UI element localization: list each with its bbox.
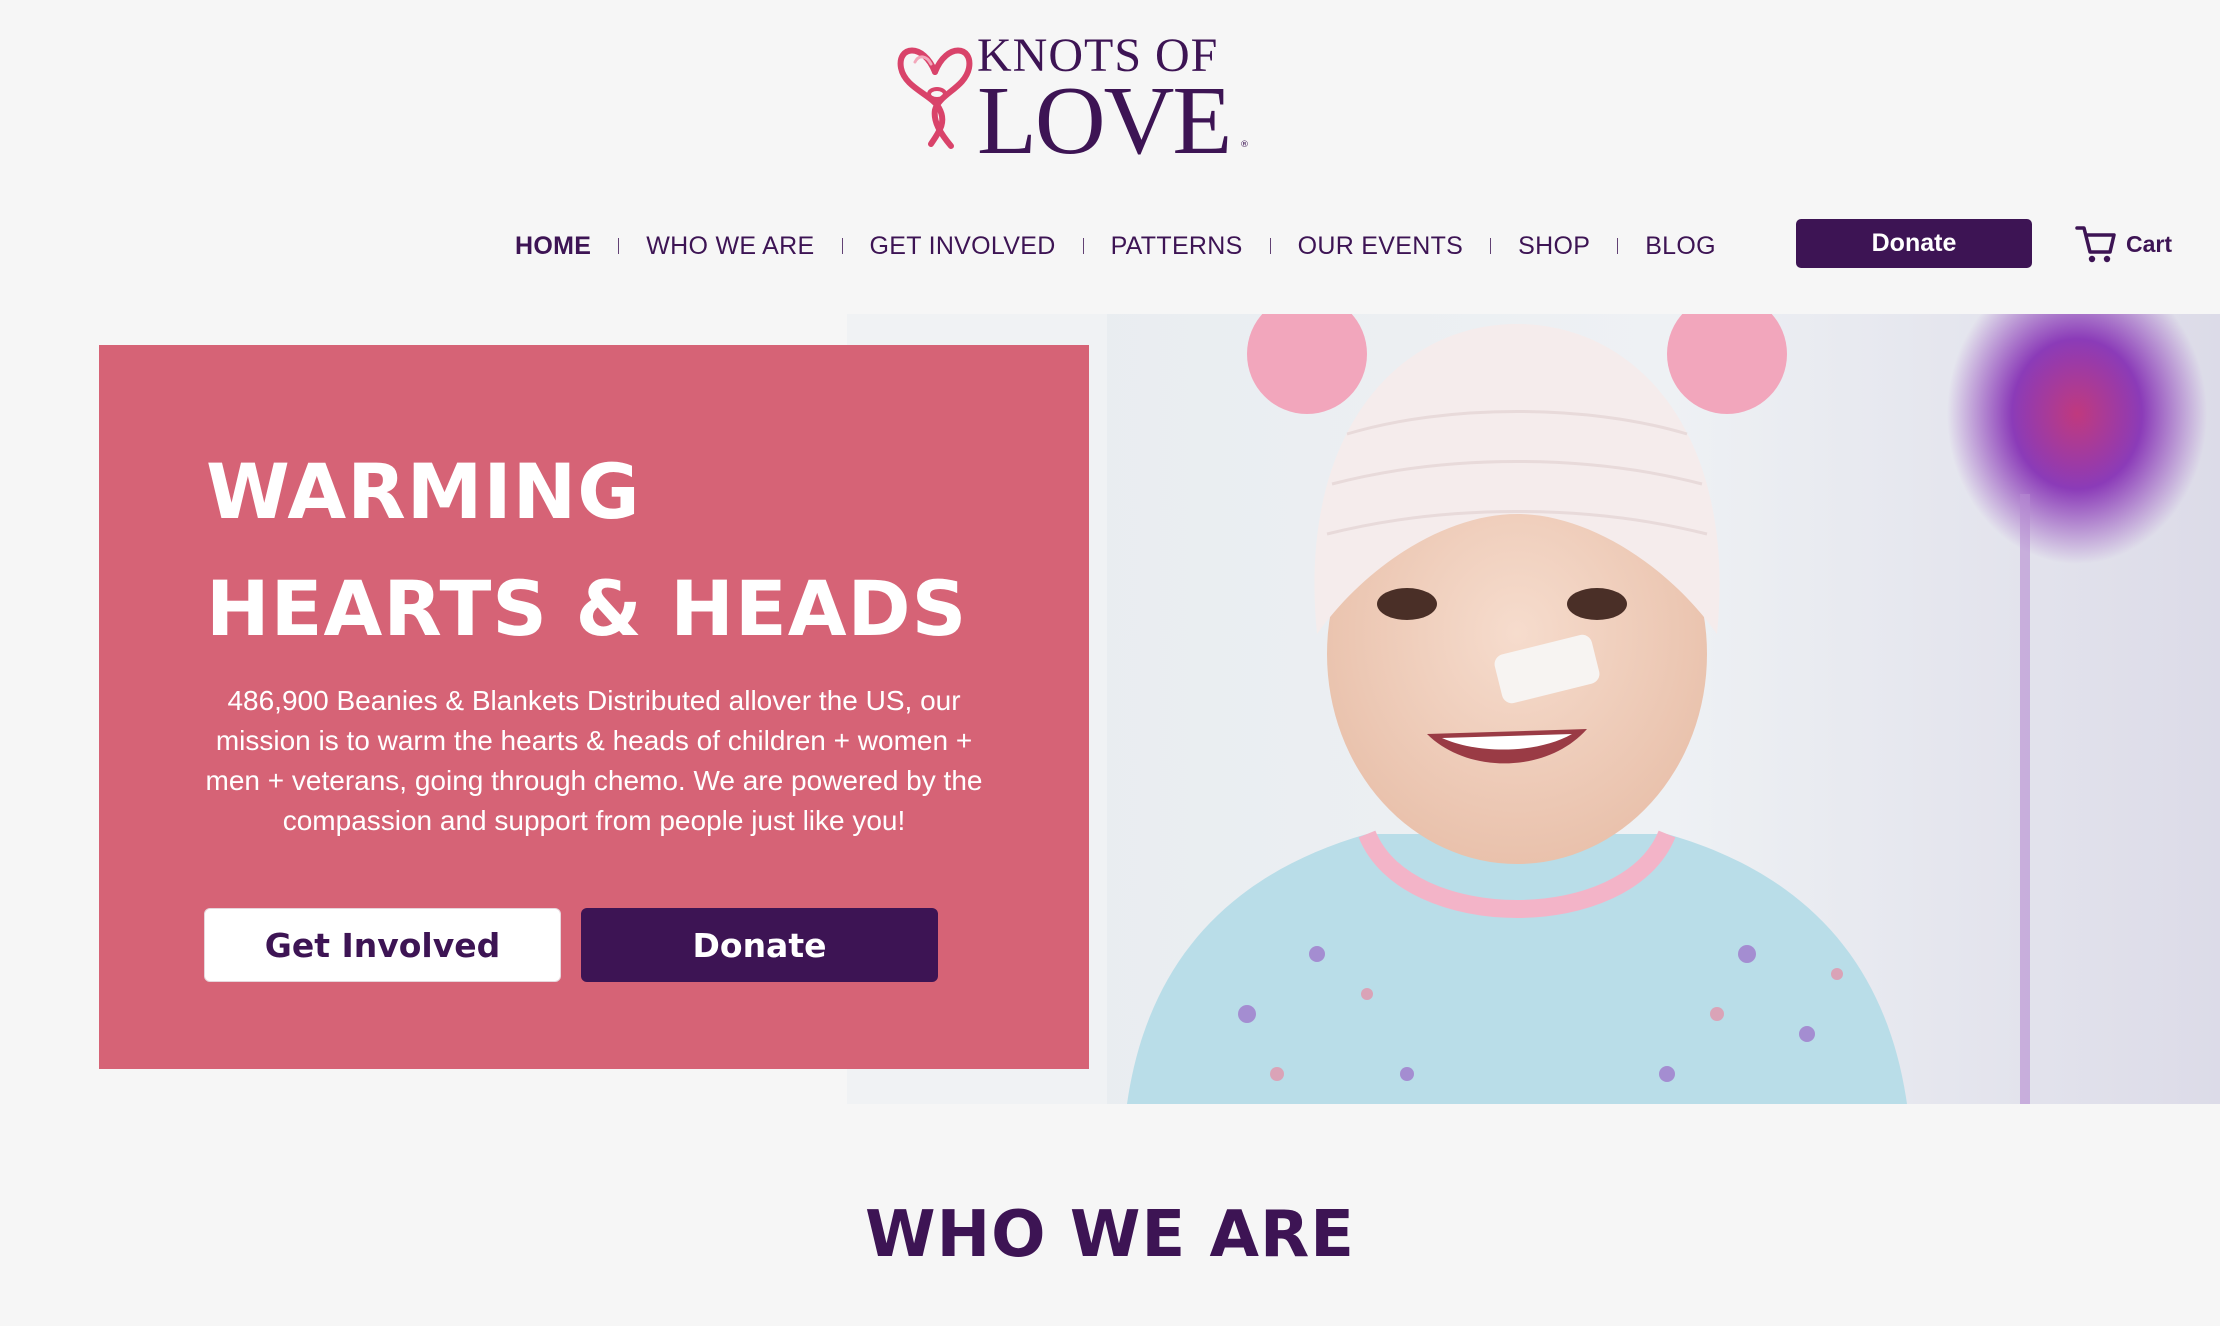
nav-divider	[1269, 238, 1271, 254]
hero-title-line1: WARMING	[206, 447, 641, 536]
hero-description: 486,900 Beanies & Blankets Distributed a…	[205, 685, 983, 836]
header-donate-button[interactable]: Donate	[1796, 219, 2032, 268]
main-nav: HOME WHO WE ARE GET INVOLVED PATTERNS OU…	[515, 228, 1716, 264]
logo-text-line2: LOVE	[977, 67, 1232, 175]
nav-item-shop[interactable]: SHOP	[1518, 232, 1590, 261]
nav-divider	[618, 238, 620, 254]
nav-divider	[841, 238, 843, 254]
hero-donate-button[interactable]: Donate	[581, 908, 938, 982]
registered-mark: ®	[1240, 140, 1249, 150]
nav-item-who-we-are[interactable]: WHO WE ARE	[646, 232, 814, 261]
nav-item-patterns[interactable]: PATTERNS	[1111, 232, 1243, 261]
hero-title: WARMING HEARTS & HEADS	[206, 433, 967, 667]
nav-item-home[interactable]: HOME	[515, 232, 591, 261]
nav-divider	[1490, 238, 1492, 254]
logo[interactable]: KNOTS OF LOVE ®	[895, 28, 1255, 170]
nav-item-blog[interactable]: BLOG	[1645, 232, 1716, 261]
hero-title-line2: HEARTS & HEADS	[206, 564, 968, 653]
ribbon-heart-icon	[897, 47, 973, 149]
cart-label: Cart	[2126, 230, 2173, 257]
nav-item-our-events[interactable]: OUR EVENTS	[1298, 232, 1464, 261]
cart-icon	[2075, 226, 2116, 263]
hero-card: WARMING HEARTS & HEADS 486,900 Beanies &…	[99, 345, 1089, 1069]
nav-divider	[1082, 238, 1084, 254]
cart-link[interactable]: Cart	[2074, 221, 2172, 267]
page: KNOTS OF LOVE ® HOME WHO WE ARE GET INVO…	[0, 0, 2220, 1326]
nav-divider	[1617, 238, 1619, 254]
nav-item-get-involved[interactable]: GET INVOLVED	[870, 232, 1056, 261]
who-we-are-heading: WHO WE ARE	[865, 1198, 1355, 1272]
get-involved-button[interactable]: Get Involved	[204, 908, 561, 982]
